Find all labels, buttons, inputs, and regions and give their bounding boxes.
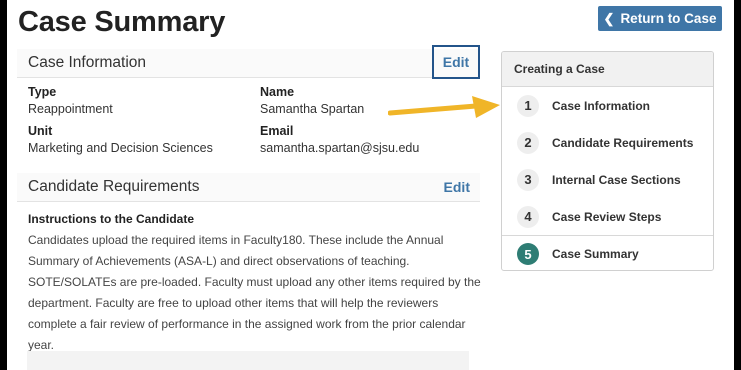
candidate-requirements-header: Candidate Requirements Edit	[17, 173, 480, 202]
step-case-information[interactable]: 1 Case Information	[502, 87, 713, 124]
step-label: Candidate Requirements	[552, 135, 694, 150]
candidate-requirements-edit-button[interactable]: Edit	[444, 179, 470, 195]
step-label: Internal Case Sections	[552, 172, 681, 187]
return-to-case-button[interactable]: ❮ Return to Case	[598, 6, 722, 31]
annotation-arrow-icon	[388, 96, 500, 118]
case-information-edit-button[interactable]: Edit	[432, 45, 480, 79]
field-unit-value: Marketing and Decision Sciences	[28, 141, 213, 155]
candidate-requirements-section: Candidate Requirements Edit Instructions…	[17, 173, 481, 356]
case-information-edit-label: Edit	[442, 54, 470, 70]
step-number: 1	[517, 94, 539, 117]
step-number: 4	[517, 205, 539, 228]
field-type-label: Type	[28, 85, 57, 99]
step-number: 2	[517, 131, 539, 154]
candidate-requirements-title: Candidate Requirements	[28, 178, 200, 195]
step-candidate-requirements[interactable]: 2 Candidate Requirements	[502, 124, 713, 161]
step-label: Case Review Steps	[552, 209, 662, 224]
step-internal-case-sections[interactable]: 3 Internal Case Sections	[502, 161, 713, 198]
case-information-title: Case Information	[28, 54, 147, 71]
step-label: Case Information	[552, 98, 651, 113]
page-title: Case Summary	[18, 6, 226, 38]
field-type: Type Reappointment	[28, 85, 260, 116]
return-to-case-label: Return to Case	[620, 11, 717, 26]
next-section-placeholder	[27, 351, 469, 370]
field-unit: Unit Marketing and Decision Sciences	[28, 124, 260, 155]
instructions-text: Candidates upload the required items in …	[28, 233, 481, 352]
case-information-header: Case Information Edit	[17, 45, 480, 79]
step-case-review-steps[interactable]: 4 Case Review Steps	[502, 198, 713, 235]
step-number-active: 5	[517, 243, 539, 265]
steps-panel-title: Creating a Case	[502, 52, 713, 87]
field-email-value: samantha.spartan@sjsu.edu	[260, 141, 420, 155]
app-window: Case Summary ❮ Return to Case Case Infor…	[7, 0, 734, 370]
step-case-summary[interactable]: 5 Case Summary	[502, 235, 713, 270]
chevron-left-icon: ❮	[603, 11, 615, 26]
field-unit-label: Unit	[28, 124, 53, 138]
field-email-label: Email	[260, 124, 294, 138]
creating-case-steps-panel: Creating a Case 1 Case Information 2 Can…	[501, 51, 714, 271]
field-email: Email samantha.spartan@sjsu.edu	[260, 124, 491, 155]
field-type-value: Reappointment	[28, 102, 113, 116]
step-label: Case Summary	[552, 247, 639, 261]
step-number: 3	[517, 168, 539, 191]
instructions-title: Instructions to the Candidate	[28, 212, 195, 226]
